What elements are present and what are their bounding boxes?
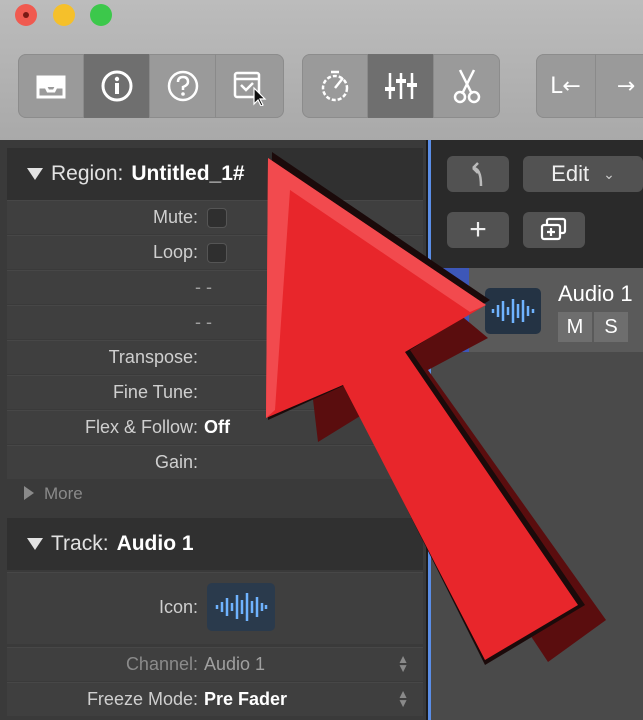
mixer-button[interactable] [368, 54, 434, 118]
flex-follow-label: Flex & Follow: [84, 417, 198, 437]
add-track-button[interactable]: + [447, 212, 509, 248]
add-label: + [469, 213, 487, 246]
close-window-button[interactable] [15, 4, 37, 26]
region-loop-row: Loop: [7, 235, 423, 269]
region-name: Untitled_1# [131, 162, 245, 185]
channel-row[interactable]: Channel: Audio 1 ▲ ▼ [7, 647, 423, 681]
loop-label: Loop: [152, 242, 198, 262]
finetune-label: Fine Tune: [112, 382, 198, 402]
more-label: More [44, 484, 83, 503]
stepper-icon: ▲ ▼ [397, 687, 409, 710]
help-icon [167, 70, 198, 102]
gain-label: Gain: [154, 452, 198, 472]
region-mute-row: Mute: [7, 200, 423, 234]
smart-controls-button[interactable] [216, 54, 282, 118]
region-flex-row[interactable]: Flex & Follow: Off [7, 410, 423, 444]
back-button[interactable] [447, 156, 509, 192]
inspector-panel: Region: Untitled_1# Mute: Loop: - - - - … [0, 140, 428, 720]
mute-button[interactable]: M [558, 312, 592, 342]
mute-checkbox[interactable] [207, 208, 227, 228]
track-list-empty-area[interactable] [431, 352, 643, 720]
channel-label: Channel: [125, 654, 198, 674]
expand-triangle-icon [24, 486, 34, 500]
library-button[interactable] [18, 54, 84, 118]
freeze-mode-value: Pre Fader [204, 689, 288, 709]
transpose-label: Transpose: [108, 347, 198, 367]
qswing-value: - - [195, 312, 212, 332]
region-finetune-row[interactable]: Fine Tune: [7, 375, 423, 409]
right-arrow-button[interactable]: → [596, 54, 643, 118]
region-header-label: Region: [51, 162, 124, 185]
solo-button[interactable]: S [594, 312, 628, 342]
track-icon-button[interactable] [207, 583, 275, 631]
window-toolbar: L← → [0, 0, 643, 140]
track-header-label: Track: [51, 532, 109, 555]
disclosure-triangle-icon [27, 538, 43, 550]
edit-menu-label: Edit [551, 161, 590, 186]
mixer-icon [384, 73, 417, 99]
edit-menu-button[interactable]: Edit ⌄ [523, 156, 643, 192]
metronome-icon [321, 70, 348, 102]
freeze-mode-label: Freeze Mode: [86, 689, 198, 709]
track-icon-row: Icon: [7, 572, 423, 644]
region-transpose-row[interactable]: Transpose: [7, 340, 423, 374]
minimize-window-button[interactable] [53, 4, 75, 26]
track-header-audio-1[interactable]: Audio 1 M S [431, 268, 643, 352]
edit-tools-group [302, 54, 500, 118]
view-buttons-group [18, 54, 284, 118]
mute-label: Mute: [152, 207, 198, 227]
waveform-icon [215, 593, 268, 621]
region-quantize-row[interactable]: - - [7, 270, 423, 304]
library-icon [36, 75, 65, 99]
region-header[interactable]: Region: Untitled_1# [7, 148, 423, 200]
flex-follow-value: Off [204, 417, 230, 437]
metronome-button[interactable] [302, 54, 368, 118]
editors-button[interactable] [434, 54, 500, 118]
solo-label: S [604, 315, 618, 338]
disclosure-triangle-icon [27, 168, 43, 180]
loop-checkbox[interactable] [207, 243, 227, 263]
region-qswing-row[interactable]: - - [7, 305, 423, 339]
duplicate-track-icon [540, 217, 567, 241]
track-icon [485, 288, 541, 334]
more-disclosure[interactable]: More [24, 484, 83, 504]
inspector-button[interactable] [84, 54, 150, 118]
locators-group: L← → [536, 54, 643, 118]
region-gain-row[interactable]: Gain: [7, 445, 423, 479]
stepper-icon: ▲ ▼ [397, 652, 409, 675]
track-selection-stripe [431, 268, 469, 352]
freeze-mode-row[interactable]: Freeze Mode: Pre Fader ▲ ▼ [7, 682, 423, 716]
quantize-value: - - [195, 277, 212, 297]
left-locator-button[interactable]: L← [536, 54, 597, 118]
zoom-window-button[interactable] [90, 4, 112, 26]
smart-controls-icon [233, 71, 267, 106]
waveform-icon [491, 299, 535, 323]
track-name: Audio 1 [558, 281, 633, 306]
channel-value: Audio 1 [204, 654, 266, 674]
quick-help-button[interactable] [150, 54, 216, 118]
left-locator-label: L← [550, 73, 581, 99]
duplicate-track-button[interactable] [523, 212, 585, 248]
track-header-name: Audio 1 [116, 532, 194, 555]
track-header[interactable]: Track: Audio 1 [7, 518, 423, 570]
icon-label: Icon: [158, 597, 198, 617]
right-arrow-icon: → [616, 73, 636, 99]
mute-label: M [566, 315, 584, 338]
scissors-icon [453, 69, 481, 104]
chevron-down-icon: ⌄ [603, 165, 615, 182]
info-icon [101, 70, 132, 102]
tracks-area: Edit ⌄ + Audio 1 M S [428, 140, 643, 720]
up-arrow-icon [472, 162, 483, 187]
